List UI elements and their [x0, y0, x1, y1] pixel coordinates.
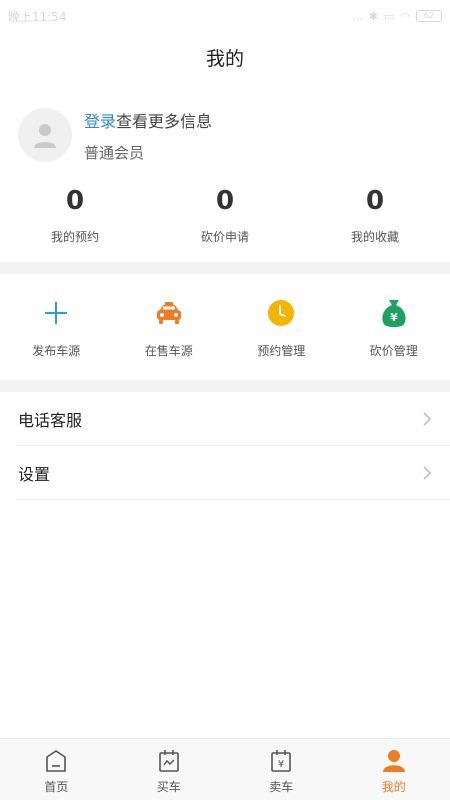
stat-value: 0	[365, 186, 385, 216]
stat-label: 砍价申请	[200, 230, 249, 244]
tab-label: 买车	[156, 780, 181, 794]
svg-text:¥: ¥	[390, 311, 398, 324]
quick-action-label: 砍价管理	[369, 344, 418, 358]
page-title: 我的	[205, 47, 244, 70]
stats-row: 0 我的预约 0 砍价申请 0 我的收藏	[0, 174, 450, 262]
home-icon	[46, 750, 67, 772]
quick-action-label: 发布车源	[32, 344, 81, 358]
menu-item-label: 设置	[18, 464, 51, 484]
quick-action-reservation-management[interactable]: 预约管理	[225, 274, 338, 380]
buy-car-icon	[158, 750, 179, 772]
tab-home[interactable]: 首页	[0, 739, 113, 800]
stat-my-reservations[interactable]: 0 我的预约	[0, 180, 150, 262]
profile-section: 登录查看更多信息 普通会员	[0, 82, 450, 174]
menu-item-customer-service[interactable]: 电话客服	[18, 392, 450, 446]
clock-icon	[266, 298, 296, 328]
wifi-icon: ◠	[400, 9, 410, 23]
status-bar: 晚上11:54 ... ✱ ▭ ◠ 62	[0, 0, 450, 32]
chevron-right-icon	[423, 412, 431, 425]
quick-action-label: 预约管理	[257, 344, 306, 358]
profile-icon	[382, 750, 405, 772]
login-prompt-text: 查看更多信息	[116, 111, 213, 131]
svg-text:¥: ¥	[278, 759, 284, 770]
avatar-placeholder-icon	[34, 124, 56, 148]
quick-action-bargain-management[interactable]: ¥ 砍价管理	[338, 274, 450, 380]
menu-list: 电话客服 设置	[0, 392, 450, 500]
chevron-right-icon	[423, 466, 431, 479]
login-link[interactable]: 登录	[84, 112, 116, 131]
member-level: 普通会员	[84, 143, 145, 162]
sim-icon: ▭	[383, 9, 395, 23]
tab-label: 首页	[44, 780, 69, 794]
status-time: 晚上11:54	[8, 9, 67, 24]
menu-item-label: 电话客服	[18, 410, 83, 430]
quick-actions: 发布车源 在售车源 预约管理 ¥ 砍价管理	[0, 274, 450, 380]
tab-sell-car[interactable]: ¥ 卖车	[225, 739, 338, 800]
status-indicators: ... ✱ ▭ ◠ 62	[352, 10, 442, 23]
bluetooth-icon: ✱	[368, 9, 378, 23]
battery-icon: 62	[416, 10, 442, 22]
stat-label: 我的预约	[50, 230, 99, 244]
login-prompt: 登录查看更多信息	[84, 108, 212, 132]
menu-item-settings[interactable]: 设置	[18, 446, 450, 500]
tab-buy-car[interactable]: 买车	[113, 739, 226, 800]
stat-value: 0	[215, 186, 235, 216]
avatar[interactable]	[18, 108, 72, 162]
stat-my-favorites[interactable]: 0 我的收藏	[300, 180, 450, 262]
tab-label: 我的	[381, 780, 406, 794]
stat-bargain-requests[interactable]: 0 砍价申请	[150, 180, 300, 262]
sell-car-icon: ¥	[271, 750, 292, 772]
quick-action-cars-on-sale[interactable]: 在售车源	[113, 274, 226, 380]
stat-value: 0	[65, 186, 85, 216]
signal-dots: ...	[352, 9, 363, 23]
stat-label: 我的收藏	[350, 230, 399, 244]
quick-action-publish-car[interactable]: 发布车源	[0, 274, 113, 380]
section-divider	[0, 262, 450, 274]
quick-action-label: 在售车源	[144, 344, 193, 358]
plus-icon	[41, 298, 71, 328]
section-divider	[0, 380, 450, 392]
bottom-tab-bar: 首页 买车 ¥ 卖车 我的	[0, 738, 450, 800]
money-bag-icon: ¥	[379, 298, 409, 328]
tab-mine[interactable]: 我的	[338, 739, 450, 800]
tab-label: 卖车	[269, 780, 294, 794]
taxi-icon	[154, 298, 184, 328]
